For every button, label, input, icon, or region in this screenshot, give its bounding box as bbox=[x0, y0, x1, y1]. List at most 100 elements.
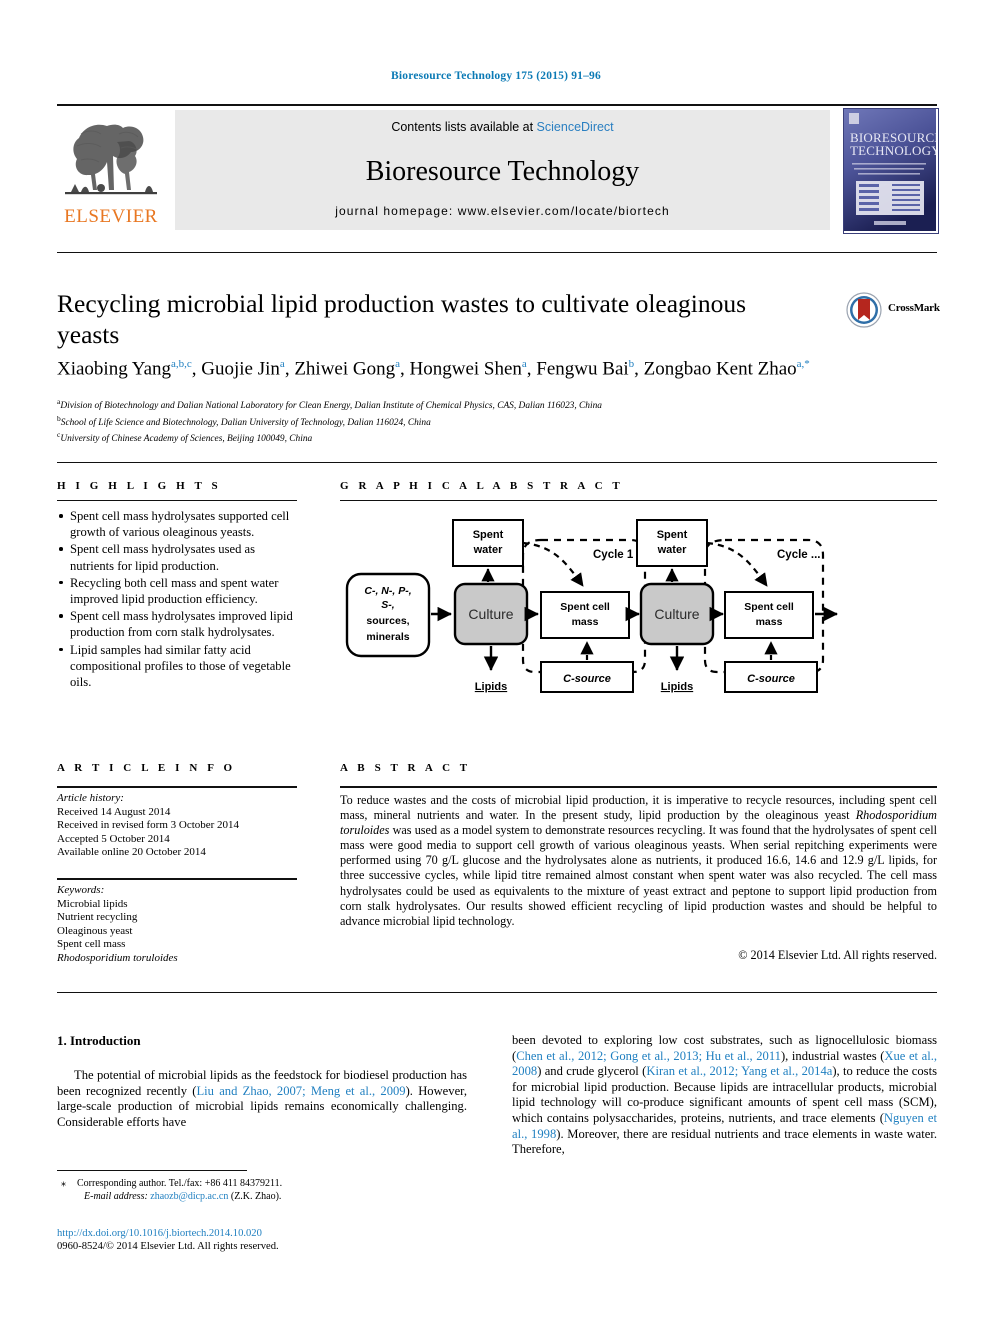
bullet-icon bbox=[59, 547, 63, 551]
svg-text:Culture: Culture bbox=[654, 606, 699, 622]
svg-text:TECHNOLOGY: TECHNOLOGY bbox=[850, 143, 936, 158]
crossmark-label: CrossMark bbox=[888, 302, 940, 314]
keyword-item: Nutrient recycling bbox=[57, 911, 138, 924]
bullet-icon bbox=[59, 647, 63, 652]
issn-copyright-line: 0960-8524/© 2014 Elsevier Ltd. All right… bbox=[57, 1241, 279, 1253]
paragraph: The potential of microbial lipids as the… bbox=[57, 1068, 467, 1130]
journal-masthead: ELSEVIER Contents lists available at Sci… bbox=[57, 104, 939, 234]
running-head: Bioresource Technology 175 (2015) 91–96 bbox=[391, 70, 601, 82]
author-affiliation-marker: b bbox=[628, 358, 635, 370]
sciencedirect-link[interactable]: ScienceDirect bbox=[537, 120, 614, 134]
svg-text:water: water bbox=[657, 544, 687, 556]
abstract-bottom-rule bbox=[57, 992, 937, 993]
doi-block: http://dx.doi.org/10.1016/j.biortech.201… bbox=[57, 1227, 487, 1254]
author-affiliation-marker: a,b,c bbox=[171, 358, 192, 370]
svg-text:C-, N-, P-,: C-, N-, P-, bbox=[364, 585, 411, 597]
crossmark-icon bbox=[846, 292, 882, 328]
highlight-item: Spent cell mass hydrolysates improved li… bbox=[57, 608, 302, 640]
highlight-item: Recycling both cell mass and spent water… bbox=[57, 575, 302, 607]
body-text: ) and crude glycerol ( bbox=[537, 1064, 647, 1079]
paper-page: Bioresource Technology 175 (2015) 91–96 bbox=[0, 0, 992, 1323]
article-history-item: Received in revised form 3 October 2014 bbox=[57, 819, 240, 832]
keyword-item: Microbial lipids bbox=[57, 897, 128, 910]
article-history-item: Accepted 5 October 2014 bbox=[57, 832, 170, 845]
article-history-label: Article history: bbox=[57, 792, 124, 804]
author-name: Hongwei Shen bbox=[409, 358, 522, 380]
asterisk-icon: ⁎ bbox=[61, 1178, 66, 1189]
highlights-heading: H I G H L I G H T S bbox=[57, 480, 222, 492]
paragraph: been devoted to exploring low cost subst… bbox=[512, 1033, 937, 1158]
author-name: Guojie Jin bbox=[201, 358, 280, 380]
article-info-rule-2 bbox=[57, 878, 297, 880]
author-name: Zhiwei Gong bbox=[294, 358, 396, 380]
svg-text:S-,: S-, bbox=[381, 599, 395, 611]
bullet-icon bbox=[59, 514, 63, 518]
abstract-copyright: © 2014 Elsevier Ltd. All rights reserved… bbox=[738, 948, 937, 962]
svg-text:Cycle 1: Cycle 1 bbox=[593, 549, 634, 561]
highlights-rule bbox=[57, 500, 297, 501]
title-top-rule bbox=[57, 252, 937, 253]
svg-text:mass: mass bbox=[756, 616, 783, 628]
email-link[interactable]: zhaozb@dicp.ac.cn bbox=[150, 1191, 228, 1202]
svg-text:Lipids: Lipids bbox=[661, 681, 693, 693]
graphical-abstract-figure: C-, N-, P-, S-, sources, minerals Cultur… bbox=[345, 512, 940, 702]
masthead-top-rule bbox=[57, 104, 937, 106]
affiliation-item: aDivision of Biotechnology and Dalian Na… bbox=[57, 397, 602, 412]
citation-link[interactable]: Liu and Zhao, 2007; Meng et al., 2009 bbox=[196, 1084, 405, 1098]
footnote-rule bbox=[57, 1170, 247, 1171]
svg-text:Cycle ...: Cycle ... bbox=[777, 549, 820, 561]
journal-title: Bioresource Technology bbox=[365, 156, 640, 187]
email-line: E-mail address: zhaozb@dicp.ac.cn (Z.K. … bbox=[84, 1191, 282, 1202]
svg-text:Culture: Culture bbox=[468, 606, 513, 622]
author-name: Fengwu Bai bbox=[536, 358, 629, 380]
body-text: ), industrial wastes ( bbox=[780, 1048, 885, 1063]
abstract-rule bbox=[340, 786, 937, 788]
citation-link[interactable]: Kiran et al., 2012; Yang et al., 2014a bbox=[646, 1064, 832, 1078]
svg-text:water: water bbox=[473, 544, 503, 556]
author-name: Xiaobing Yang bbox=[57, 358, 172, 380]
article-history-item: Available online 20 October 2014 bbox=[57, 846, 206, 859]
author-affiliation-marker: a bbox=[279, 358, 285, 370]
keywords-block: Keywords: Microbial lipids Nutrient recycl… bbox=[57, 884, 302, 966]
journal-homepage[interactable]: journal homepage: www.elsevier.com/locat… bbox=[175, 204, 830, 218]
svg-text:minerals: minerals bbox=[366, 631, 409, 643]
author-affiliation-marker: a bbox=[521, 358, 527, 370]
author-affiliation-marker: a,* bbox=[796, 358, 810, 370]
elsevier-tree-icon bbox=[61, 112, 161, 204]
intro-paragraph-right: been devoted to exploring low cost subst… bbox=[512, 1033, 937, 1158]
corresponding-author-line: ⁎ Corresponding author. Tel./fax: +86 411… bbox=[61, 1178, 283, 1189]
svg-text:mass: mass bbox=[572, 616, 599, 628]
author-affiliation-marker: a bbox=[395, 358, 400, 370]
affiliation-item: bSchool of Life Science and Biotechnolog… bbox=[57, 413, 431, 428]
svg-text:Spent cell: Spent cell bbox=[560, 601, 610, 613]
email-label: E-mail address: bbox=[84, 1191, 151, 1202]
contents-line: Contents lists available at ScienceDirec… bbox=[175, 120, 830, 134]
section-heading-introduction: 1. Introduction bbox=[57, 1033, 141, 1048]
journal-cover-thumbnail: BIORESOURCE TECHNOLOGY bbox=[843, 108, 939, 234]
abstract-text: To reduce wastes and the costs of microb… bbox=[340, 793, 937, 928]
contents-prefix: Contents lists available at bbox=[391, 120, 537, 134]
body-text: ). Moreover, there are residual nutrient… bbox=[512, 1126, 937, 1157]
svg-text:Spent: Spent bbox=[473, 529, 504, 541]
crossmark-badge[interactable]: CrossMark bbox=[846, 292, 942, 330]
elsevier-wordmark: ELSEVIER bbox=[64, 206, 158, 227]
doi-link[interactable]: http://dx.doi.org/10.1016/j.biortech.201… bbox=[57, 1227, 487, 1240]
svg-text:sources,: sources, bbox=[366, 615, 409, 627]
keyword-item: Oleaginous yeast bbox=[57, 924, 133, 937]
keyword-item: Rhodosporidium toruloides bbox=[57, 951, 178, 964]
page-title: Recycling microbial lipid production was… bbox=[57, 289, 747, 349]
svg-text:Spent cell: Spent cell bbox=[744, 601, 794, 613]
abstract-heading: A B S T R A C T bbox=[340, 762, 471, 774]
elsevier-logo: ELSEVIER bbox=[57, 110, 165, 232]
graphical-abstract-rule bbox=[340, 500, 937, 501]
affiliation-item: cUniversity of Chinese Academy of Scienc… bbox=[57, 430, 313, 445]
citation-link[interactable]: Chen et al., 2012; Gong et al., 2013; Hu… bbox=[516, 1049, 781, 1063]
author-list: Xiaobing Yanga,b,c, Guojie Jina, Zhiwei … bbox=[57, 358, 810, 380]
highlight-item: Spent cell mass hydrolysates supported c… bbox=[57, 508, 302, 540]
article-history-item: Received 14 August 2014 bbox=[57, 805, 171, 818]
keyword-item: Spent cell mass bbox=[57, 938, 126, 951]
article-info-heading: A R T I C L E I N F O bbox=[57, 762, 236, 774]
intro-paragraph-left: The potential of microbial lipids as the… bbox=[57, 1068, 467, 1130]
content-top-rule bbox=[57, 462, 937, 463]
article-info-rule-1 bbox=[57, 786, 297, 788]
